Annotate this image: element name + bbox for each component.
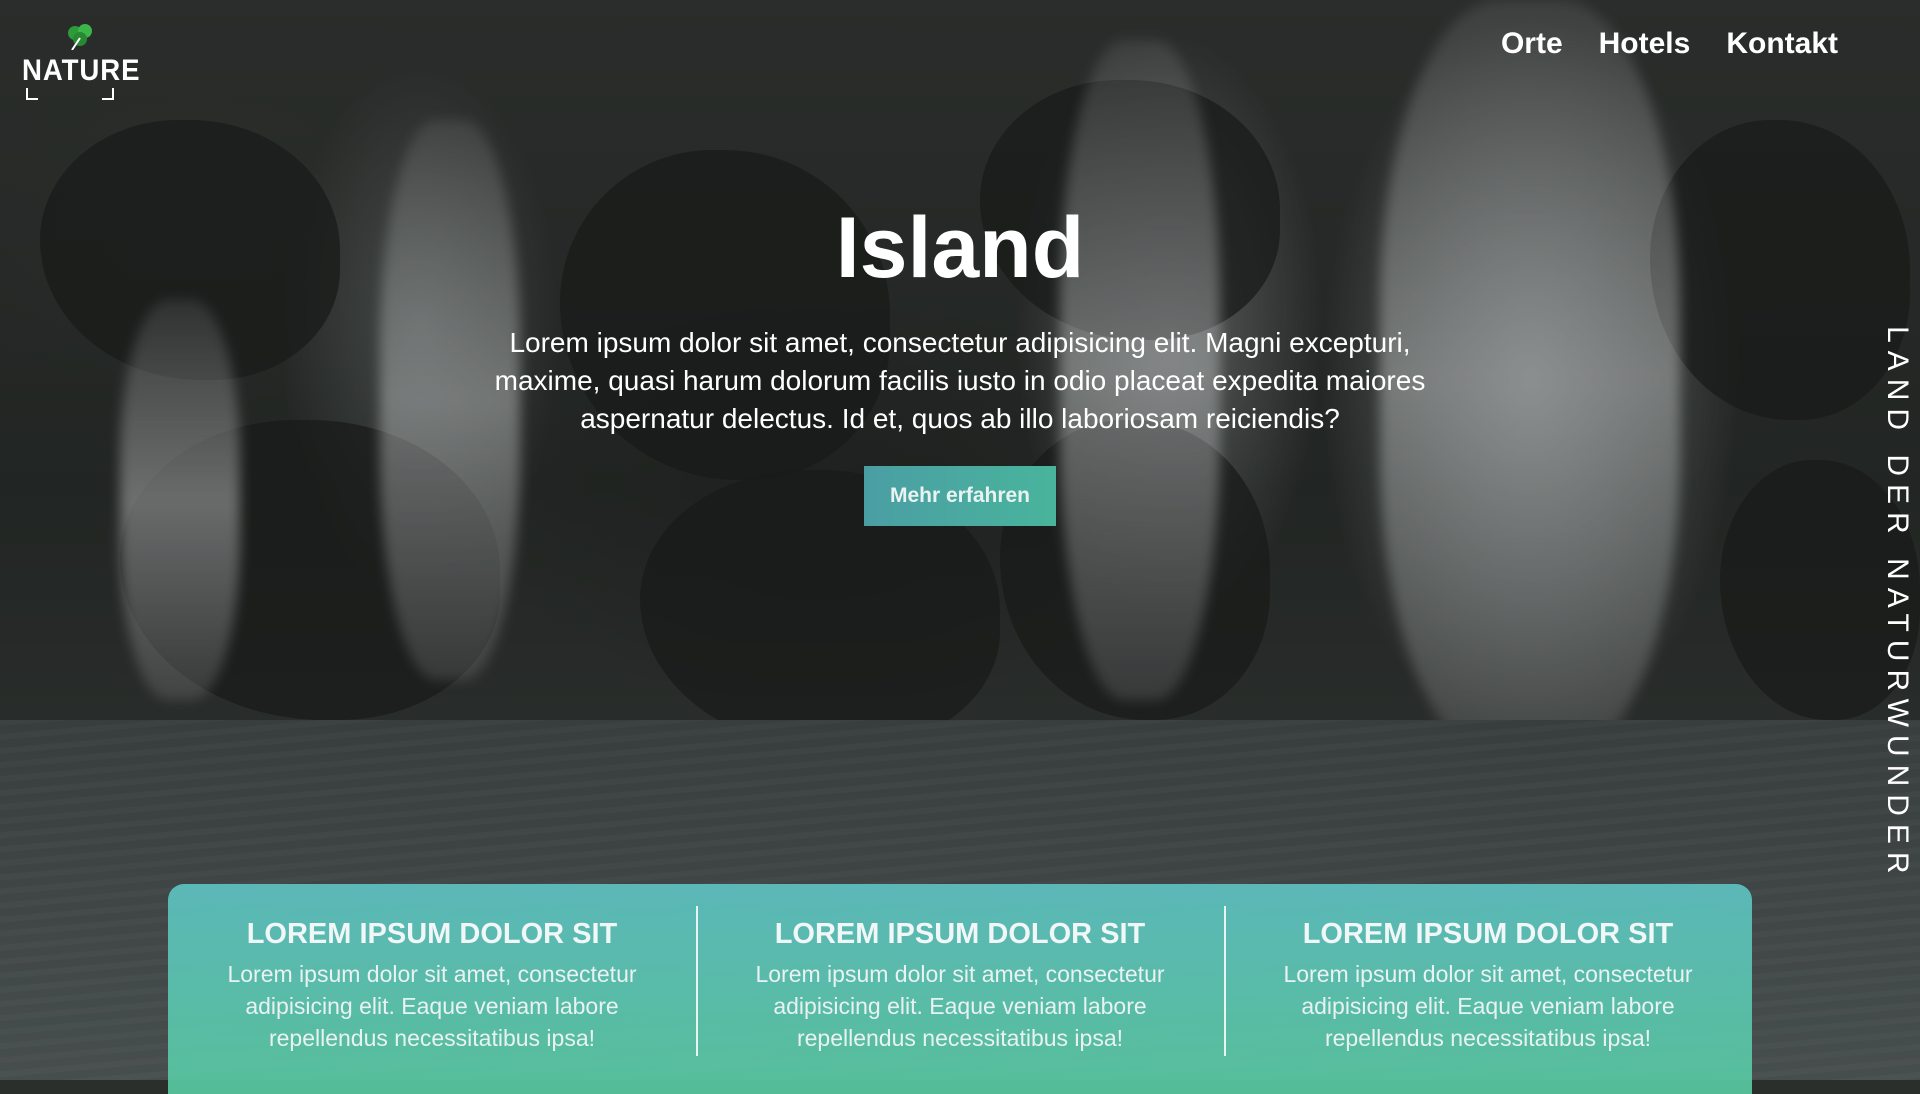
nav-link-kontakt[interactable]: Kontakt [1726,22,1838,66]
main-nav: Orte Hotels Kontakt [1501,22,1838,66]
nav-link-hotels[interactable]: Hotels [1599,22,1691,66]
logo-text: NATURE [22,54,141,87]
nav-link-orte[interactable]: Orte [1501,22,1563,66]
feature-title: LOREM IPSUM DOLOR SIT [1302,918,1674,950]
feature-text: Lorem ipsum dolor sit amet, consectetur … [227,961,637,1051]
logo-corner-right [102,88,114,100]
leaf-icon [68,24,92,50]
features-panel: LOREM IPSUM DOLOR SIT Lorem ipsum dolor … [168,884,1752,1094]
feature-title: LOREM IPSUM DOLOR SIT [246,918,618,950]
logo-corner-left [26,88,38,100]
feature-title: LOREM IPSUM DOLOR SIT [774,918,1146,950]
hero-title: Island [835,200,1085,296]
hero-description: Lorem ipsum dolor sit amet, consectetur … [494,327,1426,434]
site-logo[interactable]: NATURE [22,22,140,104]
feature-text: Lorem ipsum dolor sit amet, consectetur … [1283,961,1693,1051]
feature-card: LOREM IPSUM DOLOR SIT Lorem ipsum dolor … [1224,884,1752,1094]
feature-text: Lorem ipsum dolor sit amet, consectetur … [755,961,1165,1051]
feature-card: LOREM IPSUM DOLOR SIT Lorem ipsum dolor … [696,884,1224,1094]
side-tagline: LAND DER NATURWUNDER [1881,326,1914,882]
learn-more-button[interactable]: Mehr erfahren [864,466,1056,526]
feature-card: LOREM IPSUM DOLOR SIT Lorem ipsum dolor … [168,884,696,1094]
